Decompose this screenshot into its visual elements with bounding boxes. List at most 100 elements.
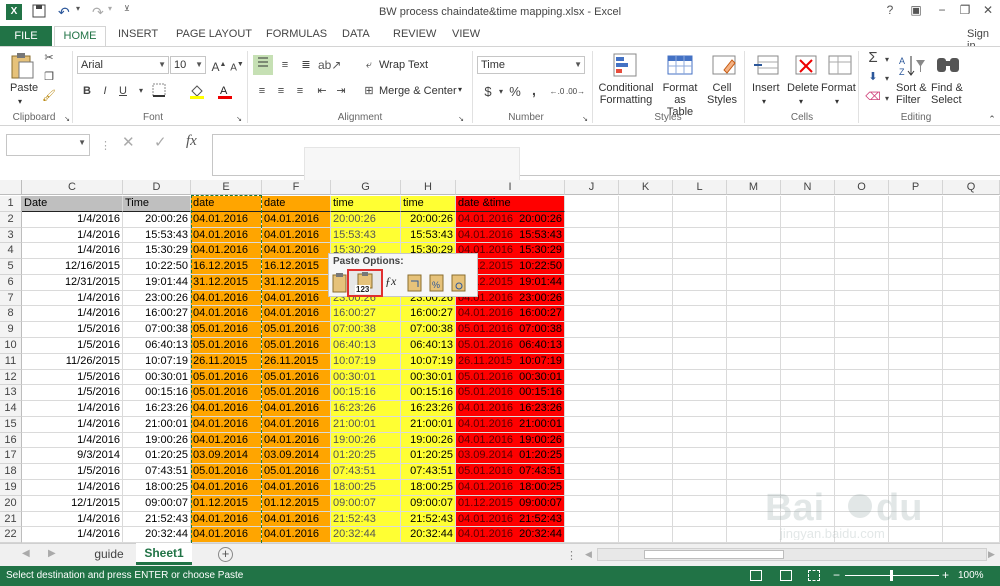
cell-d[interactable]: 10:07:19: [123, 353, 191, 370]
cell-h[interactable]: 00:30:01: [401, 369, 456, 386]
merge-center-icon[interactable]: ⊞: [360, 83, 378, 99]
insert-cells-icon[interactable]: [752, 52, 782, 80]
column-header-f[interactable]: F: [262, 180, 331, 195]
cell-i[interactable]: 04.01.2016 21:00:01: [456, 416, 565, 433]
cell-c[interactable]: 1/5/2016: [22, 369, 123, 386]
cell-empty[interactable]: [619, 322, 673, 338]
sort-filter-icon[interactable]: AZ: [897, 52, 927, 80]
cell-c[interactable]: 1/4/2016: [22, 227, 123, 244]
shrink-font-icon[interactable]: A▼: [228, 57, 246, 73]
cell-empty[interactable]: [781, 416, 835, 433]
cell-empty[interactable]: [727, 243, 781, 260]
percent-button[interactable]: %: [506, 84, 524, 100]
cell-empty[interactable]: [835, 464, 889, 481]
cell-g[interactable]: 16:23:26: [331, 401, 401, 417]
cancel-icon[interactable]: ✕: [122, 133, 135, 151]
middle-align-icon[interactable]: ≡: [276, 57, 294, 73]
row-header[interactable]: 13: [0, 385, 22, 402]
cell-empty[interactable]: [619, 227, 673, 244]
cell-empty[interactable]: [727, 322, 781, 338]
cell-empty[interactable]: [835, 401, 889, 417]
cell-f[interactable]: 04.01.2016: [262, 306, 331, 323]
cell-empty[interactable]: [565, 353, 619, 370]
cell-empty[interactable]: [619, 464, 673, 481]
paste-button[interactable]: Paste: [10, 82, 38, 94]
cell-e[interactable]: 04.01.2016: [191, 432, 262, 449]
cell-i[interactable]: 04.01.2016 18:00:25: [456, 480, 565, 496]
cell-empty[interactable]: [565, 401, 619, 417]
font-size-combo[interactable]: 10 ▼: [170, 56, 206, 74]
cell-empty[interactable]: [835, 511, 889, 528]
row-header[interactable]: 10: [0, 338, 22, 354]
cell-empty[interactable]: [781, 274, 835, 291]
cell-empty[interactable]: [781, 527, 835, 544]
cell-empty[interactable]: [727, 227, 781, 244]
column-header-h[interactable]: H: [401, 180, 456, 195]
cell-empty[interactable]: [889, 464, 943, 481]
cell-h[interactable]: 21:00:01: [401, 416, 456, 433]
cell-empty[interactable]: [673, 322, 727, 338]
cell-empty[interactable]: [619, 448, 673, 465]
cell-empty[interactable]: [727, 290, 781, 307]
cell-empty[interactable]: [673, 480, 727, 496]
cell-empty[interactable]: [727, 401, 781, 417]
cell-empty[interactable]: [835, 227, 889, 244]
cell-c[interactable]: 12/31/2015: [22, 274, 123, 291]
cell-empty[interactable]: [889, 448, 943, 465]
align-right-icon[interactable]: ≡: [291, 83, 309, 99]
cell-d[interactable]: 15:30:29: [123, 243, 191, 260]
normal-view-icon[interactable]: [750, 570, 762, 581]
cell-f[interactable]: 05.01.2016: [262, 464, 331, 481]
cell-f[interactable]: 16.12.2015: [262, 259, 331, 275]
cell-empty[interactable]: [673, 338, 727, 354]
cell-empty[interactable]: [835, 259, 889, 275]
cell-c[interactable]: 1/4/2016: [22, 511, 123, 528]
cell-empty[interactable]: [943, 416, 1000, 433]
cell-h[interactable]: 07:43:51: [401, 464, 456, 481]
row-header[interactable]: 21: [0, 511, 22, 528]
cell-empty[interactable]: [565, 259, 619, 275]
row-header[interactable]: 15: [0, 416, 22, 433]
cell-empty[interactable]: [781, 385, 835, 402]
cell-empty[interactable]: [727, 211, 781, 228]
cell-empty[interactable]: [889, 211, 943, 228]
cell-empty[interactable]: [619, 385, 673, 402]
cell-e[interactable]: 04.01.2016: [191, 401, 262, 417]
format-painter-icon[interactable]: 🖌: [40, 88, 58, 104]
collapse-ribbon-icon[interactable]: ⌃: [983, 111, 1000, 127]
cell-empty[interactable]: [889, 338, 943, 354]
cell-d[interactable]: 19:00:26: [123, 432, 191, 449]
cell-empty[interactable]: [565, 274, 619, 291]
cell-e[interactable]: 04.01.2016: [191, 416, 262, 433]
cell-empty[interactable]: [673, 211, 727, 228]
column-header-i[interactable]: I: [456, 180, 565, 195]
cell-g[interactable]: 18:00:25: [331, 480, 401, 496]
cell-e[interactable]: date: [191, 196, 262, 212]
cell-empty[interactable]: [781, 448, 835, 465]
cell-h[interactable]: time: [401, 196, 456, 212]
cell-empty[interactable]: [835, 448, 889, 465]
cell-empty[interactable]: [727, 511, 781, 528]
cell-empty[interactable]: [943, 385, 1000, 402]
cell-e[interactable]: 04.01.2016: [191, 290, 262, 307]
paste-formulas-icon[interactable]: ƒx: [385, 274, 403, 292]
cell-c[interactable]: 1/5/2016: [22, 322, 123, 338]
wrap-text-icon[interactable]: ⤶: [360, 57, 378, 73]
cell-empty[interactable]: [835, 243, 889, 260]
cell-empty[interactable]: [673, 243, 727, 260]
cell-c[interactable]: 1/5/2016: [22, 338, 123, 354]
number-format-combo[interactable]: Time ▼: [477, 56, 585, 74]
cell-e[interactable]: 04.01.2016: [191, 211, 262, 228]
cell-empty[interactable]: [565, 464, 619, 481]
cell-e[interactable]: 03.09.2014: [191, 448, 262, 465]
cell-e[interactable]: 04.01.2016: [191, 227, 262, 244]
cell-empty[interactable]: [619, 527, 673, 544]
cell-f[interactable]: 05.01.2016: [262, 369, 331, 386]
cell-i[interactable]: 05.01.2016 07:00:38: [456, 322, 565, 338]
cell-g[interactable]: 09:00:07: [331, 495, 401, 512]
column-header-n[interactable]: N: [781, 180, 835, 195]
cell-e[interactable]: 05.01.2016: [191, 338, 262, 354]
cell-empty[interactable]: [781, 511, 835, 528]
zoom-out-button[interactable]: −: [833, 568, 840, 582]
column-header-l[interactable]: L: [673, 180, 727, 195]
